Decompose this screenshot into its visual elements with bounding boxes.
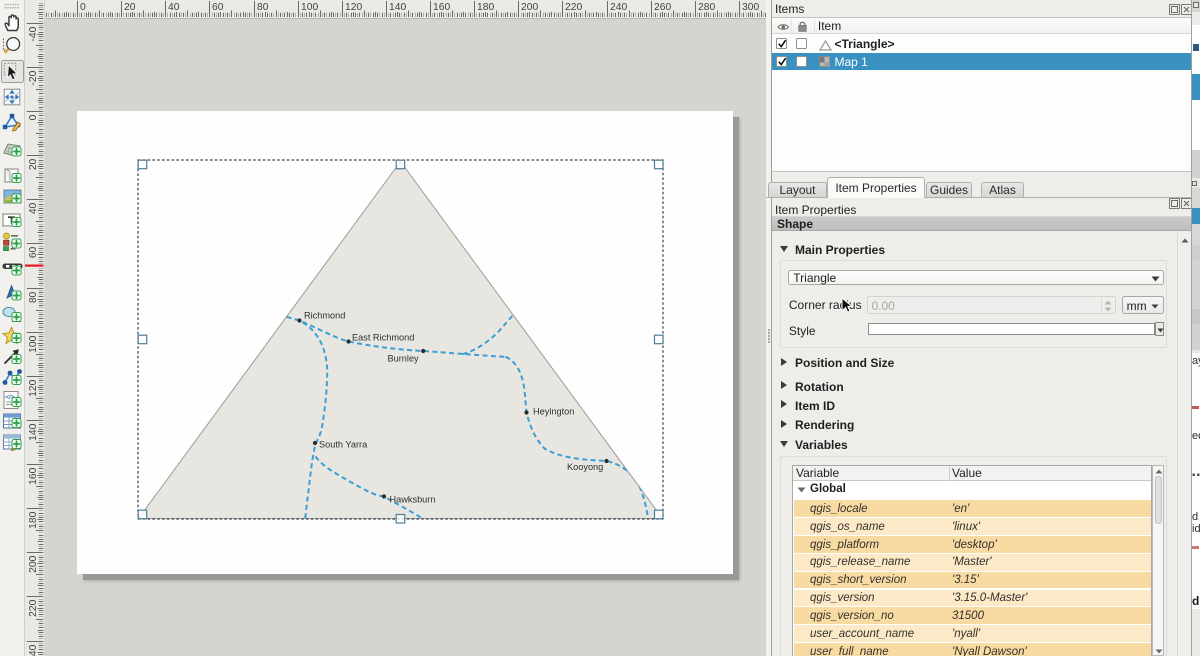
svg-text:300: 300	[742, 2, 759, 13]
svg-text:240: 240	[28, 644, 39, 656]
svg-text:40: 40	[168, 2, 180, 13]
svg-text:160: 160	[433, 2, 450, 13]
svg-text:200: 200	[521, 2, 538, 13]
svg-text:20: 20	[124, 2, 136, 13]
svg-text:120: 120	[345, 2, 362, 13]
svg-text:180: 180	[477, 2, 494, 13]
svg-text:-40: -40	[28, 26, 39, 41]
svg-text:280: 280	[698, 2, 715, 13]
svg-text:240: 240	[610, 2, 627, 13]
svg-text:100: 100	[28, 335, 39, 352]
svg-text:260: 260	[654, 2, 671, 13]
svg-text:220: 220	[28, 599, 39, 616]
svg-text:-20: -20	[28, 70, 39, 85]
svg-text:180: 180	[28, 511, 39, 528]
svg-text:100: 100	[301, 2, 318, 13]
svg-text:80: 80	[28, 291, 39, 303]
svg-text:80: 80	[257, 2, 269, 13]
svg-text:220: 220	[565, 2, 582, 13]
svg-text:South Yarra: South Yarra	[319, 440, 368, 450]
svg-text:60: 60	[28, 246, 39, 258]
svg-text:Kooyong: Kooyong	[567, 462, 603, 472]
svg-text:120: 120	[28, 379, 39, 396]
svg-text:200: 200	[28, 555, 39, 572]
svg-text:60: 60	[212, 2, 224, 13]
svg-text:0: 0	[28, 114, 39, 120]
svg-text:140: 140	[389, 2, 406, 13]
svg-text:40: 40	[28, 202, 39, 214]
svg-text:East Richmond: East Richmond	[352, 333, 414, 343]
svg-text:Burnley: Burnley	[387, 354, 419, 364]
svg-text:140: 140	[28, 423, 39, 440]
svg-text:20: 20	[28, 158, 39, 170]
svg-text:160: 160	[28, 467, 39, 484]
svg-text:Heyington: Heyington	[533, 407, 574, 417]
svg-text:0: 0	[80, 2, 86, 13]
svg-text:Richmond: Richmond	[304, 311, 345, 321]
svg-text:Hawksburn: Hawksburn	[389, 495, 435, 505]
